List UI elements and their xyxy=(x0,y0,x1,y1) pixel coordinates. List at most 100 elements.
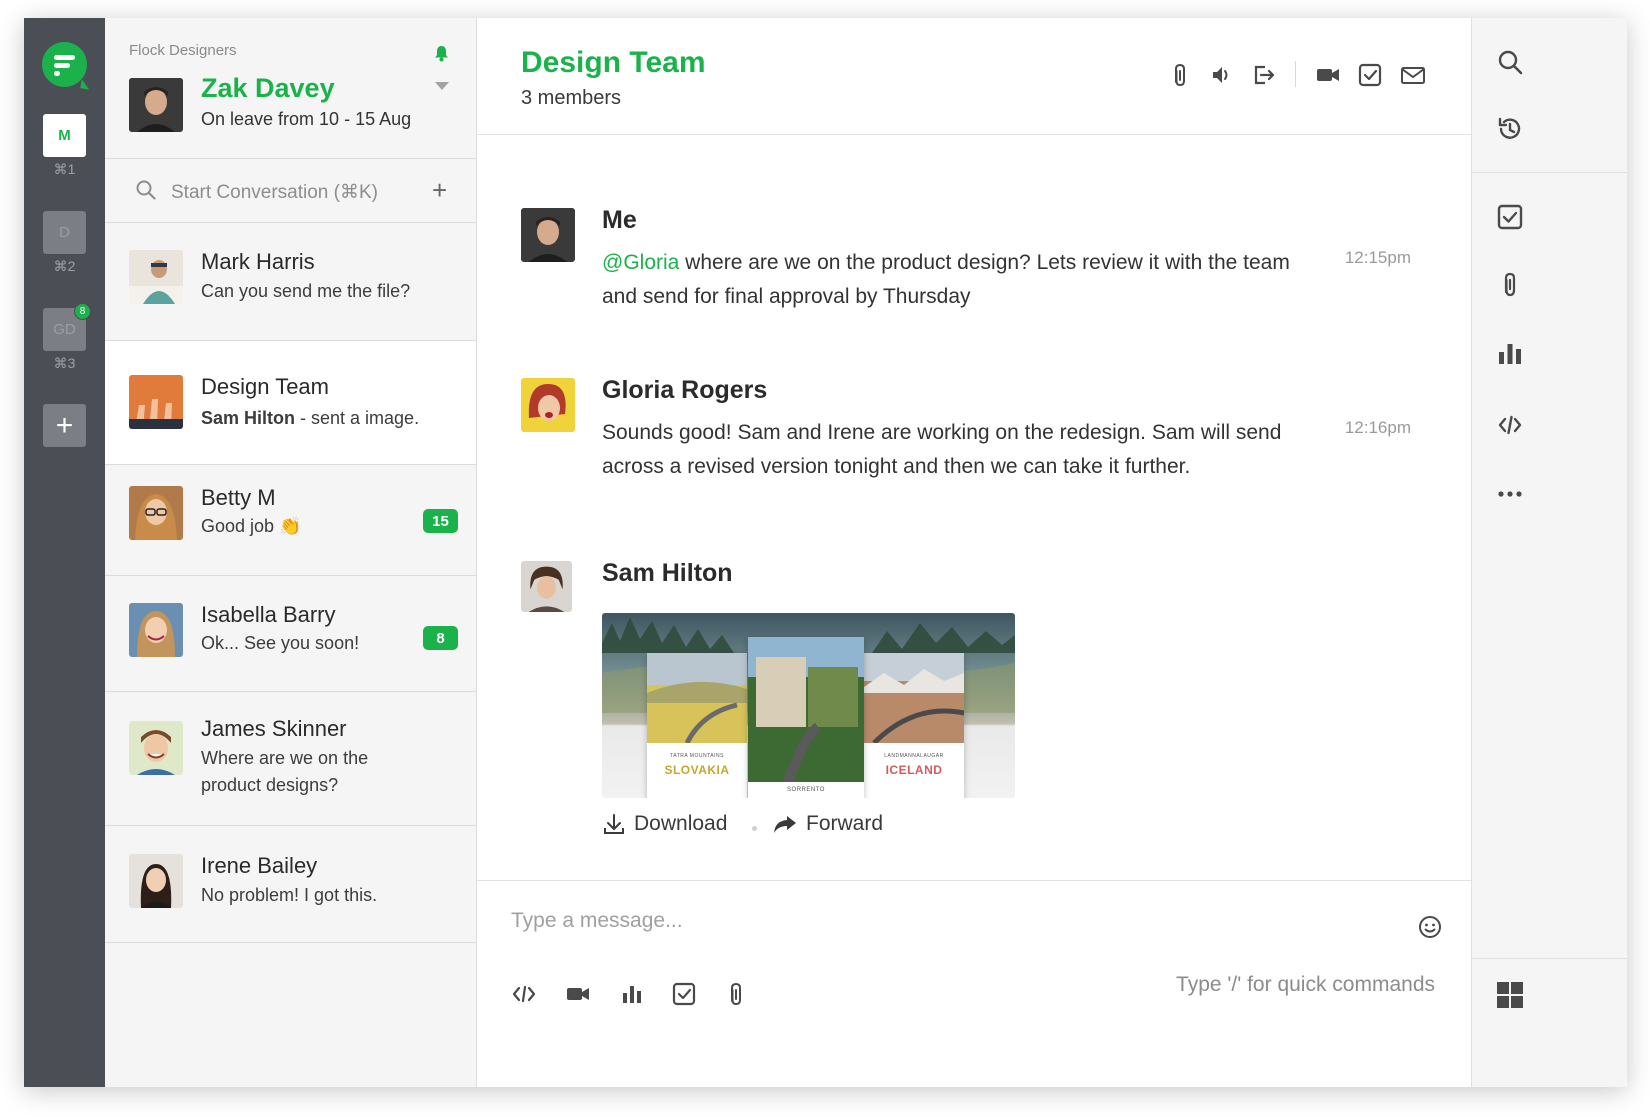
team-switch-d[interactable]: D xyxy=(43,211,86,254)
start-conversation-input[interactable]: Start Conversation (⌘K) xyxy=(171,181,378,204)
todo-icon[interactable] xyxy=(671,981,697,1007)
sender-name: Sam Hilton xyxy=(602,559,733,587)
slide-card: TATRA MOUNTAINS SLOVAKIA xyxy=(647,653,747,798)
image-attachment[interactable]: TATRA MOUNTAINS SLOVAKIA LANDMANNALAUGAR… xyxy=(602,613,1015,798)
slide-card: LANDMANNALAUGAR ICELAND xyxy=(864,653,964,798)
message-text: Sounds good! Sam and Irene are working o… xyxy=(602,421,1282,478)
code-snippet-icon[interactable] xyxy=(511,981,537,1007)
emoji-icon[interactable] xyxy=(1418,915,1442,939)
profile-header: Flock Designers Zak Davey On leave from … xyxy=(105,18,476,159)
message-body: where are we on the product design? Lets… xyxy=(602,251,1290,308)
add-team-button[interactable]: + xyxy=(43,404,86,447)
download-button[interactable]: Download xyxy=(602,812,727,836)
contact-name: Betty M xyxy=(201,485,276,510)
message-timestamp: 12:15pm xyxy=(1344,248,1411,267)
contact-name: Design Team xyxy=(201,374,329,399)
more-icon[interactable] xyxy=(1496,480,1524,508)
notification-bell-icon[interactable] xyxy=(434,45,449,62)
conversation-item-active[interactable]: Design Team Sam Hilton - sent a image. xyxy=(105,341,476,465)
contact-avatar xyxy=(129,721,183,775)
user-avatar[interactable] xyxy=(129,78,183,132)
profile-menu-chevron-icon[interactable] xyxy=(435,82,449,90)
conversation-item[interactable]: Isabella Barry Ok... See you soon! 8 xyxy=(105,576,476,692)
team-unread-badge: 8 xyxy=(74,303,91,320)
conversation-item[interactable]: Irene Bailey No problem! I got this. xyxy=(105,826,476,943)
user-status: On leave from 10 - 15 Aug xyxy=(201,109,412,129)
last-message-sender: Sam Hilton xyxy=(201,408,296,428)
message-text: @Gloria where are we on the product desi… xyxy=(602,246,1292,314)
message-input[interactable] xyxy=(511,909,1371,933)
slide-title: SLOVAKIA xyxy=(664,763,730,777)
last-message: Ok... See you soon! xyxy=(201,633,360,653)
contact-name: Mark Harris xyxy=(201,249,315,274)
todo-icon[interactable] xyxy=(1496,203,1524,231)
download-icon xyxy=(604,814,624,834)
video-call-icon[interactable] xyxy=(1315,62,1341,88)
user-name: Zak Davey xyxy=(201,73,335,103)
code-icon[interactable] xyxy=(1496,411,1524,439)
files-icon[interactable] xyxy=(1496,270,1524,298)
todo-icon[interactable] xyxy=(1357,62,1383,88)
user-mention[interactable]: @Gloria xyxy=(602,251,679,274)
contact-name: Isabella Barry xyxy=(201,602,336,627)
start-conversation-row[interactable]: Start Conversation (⌘K) + xyxy=(105,159,476,223)
sender-name: Gloria Rogers xyxy=(602,376,768,404)
contact-avatar xyxy=(129,250,183,304)
attachment-icon[interactable] xyxy=(1167,62,1193,88)
last-message: Good job 👏 xyxy=(201,513,441,540)
unread-count-badge: 15 xyxy=(423,509,458,533)
conversation-item[interactable]: Betty M Good job 👏 15 xyxy=(105,465,476,576)
contact-name: Irene Bailey xyxy=(201,853,318,878)
last-message: Where are we on the product designs? xyxy=(201,748,369,795)
contact-avatar xyxy=(129,486,183,540)
chat-header: Design Team 3 members xyxy=(477,18,1471,135)
team-rail: M ⌘1 D ⌘2 GD 8 ⌘3 + xyxy=(24,18,105,1087)
contact-avatar xyxy=(129,854,183,908)
search-icon[interactable] xyxy=(1496,48,1524,76)
message-composer: Type '/' for quick commands xyxy=(477,880,1471,1087)
contact-avatar xyxy=(129,603,183,657)
poll-icon[interactable] xyxy=(619,981,645,1007)
message: Me @Gloria where are we on the product d… xyxy=(521,206,1421,338)
history-icon[interactable] xyxy=(1496,115,1524,143)
contact-name: James Skinner xyxy=(201,716,347,741)
flock-logo-icon[interactable] xyxy=(42,42,91,90)
polls-icon[interactable] xyxy=(1496,340,1524,368)
group-avatar xyxy=(129,375,183,429)
sender-avatar xyxy=(521,561,572,612)
forward-icon xyxy=(774,816,796,833)
forward-label: Forward xyxy=(806,812,884,835)
message-timestamp: 12:16pm xyxy=(1344,418,1411,437)
new-conversation-button[interactable]: + xyxy=(432,175,447,206)
rail-divider xyxy=(1472,958,1627,959)
mute-icon[interactable] xyxy=(1209,62,1235,88)
apps-grid-icon[interactable] xyxy=(1496,981,1524,1009)
sender-avatar xyxy=(521,378,575,432)
unread-count-badge: 8 xyxy=(423,626,458,650)
video-icon[interactable] xyxy=(565,981,591,1007)
attachment-icon[interactable] xyxy=(723,981,749,1007)
slide-caption: TATRA MOUNTAINS xyxy=(670,753,724,759)
sender-name: Me xyxy=(602,206,637,234)
email-icon[interactable] xyxy=(1400,62,1426,88)
rail-divider xyxy=(1472,172,1627,173)
conversation-item[interactable]: Mark Harris Can you send me the file? xyxy=(105,223,476,341)
forward-button[interactable]: Forward xyxy=(772,812,883,836)
slide-title: ICELAND xyxy=(885,763,943,777)
member-count[interactable]: 3 members xyxy=(521,87,621,110)
slide-caption: SORRENTO xyxy=(787,787,825,793)
team-name: Flock Designers xyxy=(129,42,237,59)
clapping-hands-emoji: 👏 xyxy=(279,516,302,536)
team-switch-m[interactable]: M xyxy=(43,114,86,157)
quick-commands-hint: Type '/' for quick commands xyxy=(1176,973,1435,996)
last-message: Sam Hilton - sent a image. xyxy=(201,405,461,432)
leave-icon[interactable] xyxy=(1251,62,1277,88)
last-message-text: - sent a image. xyxy=(295,408,420,428)
last-message-text: Good job xyxy=(201,516,275,536)
slide-card: SORRENTO xyxy=(748,637,864,798)
conversation-item[interactable]: James Skinner Where are we on the produc… xyxy=(105,692,476,826)
download-label: Download xyxy=(634,812,728,835)
team-shortcut-1: ⌘1 xyxy=(53,161,76,177)
chat-title[interactable]: Design Team xyxy=(521,46,706,80)
message: Sam Hilton TATRA MOUNTAINS SLOVAKIA LAND… xyxy=(521,559,1421,851)
